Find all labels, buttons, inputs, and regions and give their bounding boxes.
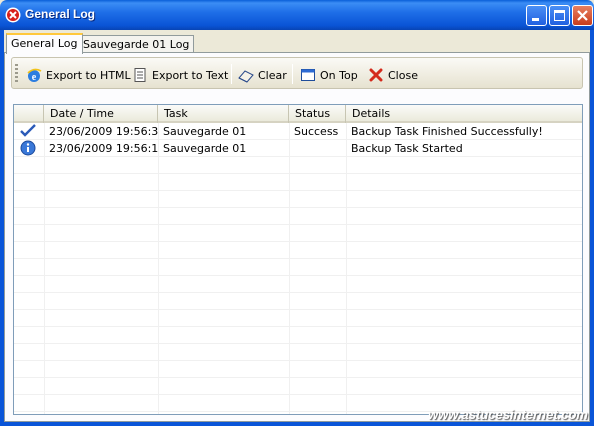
text-document-icon — [134, 68, 146, 82]
maximize-icon — [554, 10, 565, 21]
column-header-datetime[interactable]: Date / Time — [44, 105, 158, 123]
maximize-button[interactable] — [549, 5, 570, 26]
window-frame-bottom — [0, 422, 594, 426]
toolbar: e Export to HTML Export to Text Clear On… — [11, 57, 583, 89]
minimize-button[interactable] — [526, 5, 547, 26]
app-icon — [5, 7, 21, 23]
svg-text:e: e — [32, 72, 37, 83]
grid-header: Date / Time Task Status Details — [14, 105, 582, 123]
on-top-label: On Top — [320, 68, 358, 82]
title-bar: General Log — [0, 0, 594, 30]
eraser-icon — [238, 70, 254, 83]
status-cell — [289, 140, 346, 157]
tab-general-log[interactable]: General Log — [6, 33, 83, 54]
on-top-button[interactable]: On Top — [300, 66, 358, 84]
minimize-icon — [532, 18, 539, 21]
window-frame-right — [590, 30, 594, 426]
task-cell: Sauvegarde 01 — [163, 125, 247, 138]
export-html-label: Export to HTML — [46, 68, 131, 82]
toolbar-grip[interactable] — [15, 64, 18, 84]
tab-sauvegarde-01-log[interactable]: Sauvegarde 01 Log — [78, 35, 195, 53]
table-row[interactable]: 23/06/2009 19:56:33 Sauvegarde 01 Succes… — [14, 123, 582, 140]
tab-panel: e Export to HTML Export to Text Clear On… — [4, 52, 590, 422]
status-cell: Success — [294, 125, 339, 138]
window-title: General Log — [25, 7, 96, 21]
export-text-button[interactable]: Export to Text — [132, 66, 228, 84]
toolbar-separator — [292, 64, 293, 84]
datetime-cell: 23/06/2009 19:56:10 — [49, 142, 158, 155]
details-cell: Backup Task Finished Successfully! — [351, 125, 543, 138]
task-cell: Sauvegarde 01 — [163, 142, 247, 155]
column-header-task[interactable]: Task — [158, 105, 289, 123]
row-icon-cell — [14, 140, 44, 157]
close-button[interactable]: Close — [368, 66, 418, 84]
checkmark-icon — [20, 124, 36, 137]
clear-button[interactable]: Clear — [238, 66, 287, 84]
info-icon — [20, 140, 36, 156]
column-header-icon[interactable] — [14, 105, 44, 123]
clear-label: Clear — [258, 68, 287, 82]
watermark: www.astucesinternet.com — [428, 407, 588, 422]
table-row[interactable]: 23/06/2009 19:56:10 Sauvegarde 01 Backup… — [14, 140, 582, 157]
details-cell: Backup Task Started — [351, 142, 463, 155]
close-window-button[interactable] — [572, 5, 593, 26]
close-label: Close — [388, 68, 418, 82]
window-icon — [301, 69, 315, 81]
close-icon — [577, 10, 588, 21]
internet-explorer-icon: e — [27, 68, 42, 83]
red-x-icon — [369, 68, 383, 82]
log-grid[interactable]: Date / Time Task Status Details 23/06/20… — [13, 104, 583, 415]
column-header-details[interactable]: Details — [346, 105, 582, 123]
column-header-status[interactable]: Status — [289, 105, 346, 123]
row-icon-cell — [14, 123, 44, 140]
toolbar-separator — [231, 64, 232, 84]
export-html-button[interactable]: e Export to HTML — [26, 66, 131, 84]
export-text-label: Export to Text — [152, 68, 229, 82]
datetime-cell: 23/06/2009 19:56:33 — [49, 125, 158, 138]
grid-rows: 23/06/2009 19:56:33 Sauvegarde 01 Succes… — [14, 123, 582, 414]
